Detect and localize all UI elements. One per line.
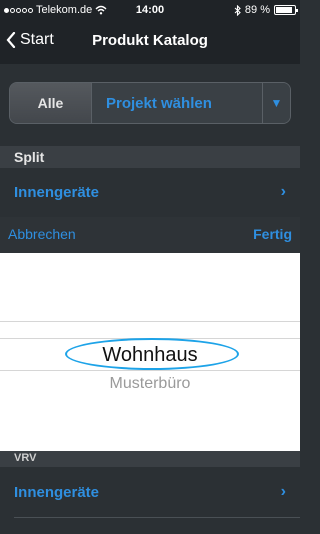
picker-toolbar: Abbrechen Fertig bbox=[0, 217, 300, 253]
selection-highlight-ring bbox=[65, 338, 239, 370]
picker-option[interactable]: Musterbüro bbox=[0, 375, 300, 393]
chevron-right-icon: › bbox=[280, 483, 286, 500]
page-title: Produkt Katalog bbox=[92, 32, 208, 49]
status-right: 89 % bbox=[234, 4, 298, 16]
project-select[interactable]: Projekt wählen bbox=[92, 83, 262, 123]
list-item-split-innengeraete[interactable]: Innengeräte › bbox=[0, 170, 300, 214]
chevron-right-icon: › bbox=[280, 183, 286, 200]
battery-level bbox=[276, 7, 293, 13]
picker-divider bbox=[0, 321, 300, 322]
bluetooth-icon bbox=[234, 4, 241, 16]
project-filter: Alle Projekt wählen ▼ bbox=[9, 82, 291, 124]
row-divider bbox=[14, 517, 300, 518]
picker-divider bbox=[0, 370, 300, 371]
battery-icon bbox=[274, 5, 298, 15]
list-item-label: Innengeräte bbox=[14, 183, 100, 201]
status-bar: Telekom.de 14:00 89 % bbox=[0, 0, 300, 20]
navigation-bar: Start Produkt Katalog bbox=[0, 20, 300, 64]
section-header-split: Split bbox=[0, 146, 300, 168]
all-button[interactable]: Alle bbox=[10, 83, 92, 123]
battery-percent: 89 % bbox=[244, 4, 270, 16]
cancel-button[interactable]: Abbrechen bbox=[8, 226, 76, 242]
list-item-vrv-innengeraete[interactable]: Innengeräte › bbox=[0, 470, 300, 514]
dropdown-arrow-icon[interactable]: ▼ bbox=[262, 83, 290, 123]
done-button[interactable]: Fertig bbox=[253, 226, 292, 242]
project-picker[interactable]: Wohnhaus Musterbüro bbox=[0, 253, 300, 451]
section-header-vrv: VRV bbox=[0, 451, 300, 467]
list-item-label: Innengeräte bbox=[14, 483, 100, 501]
